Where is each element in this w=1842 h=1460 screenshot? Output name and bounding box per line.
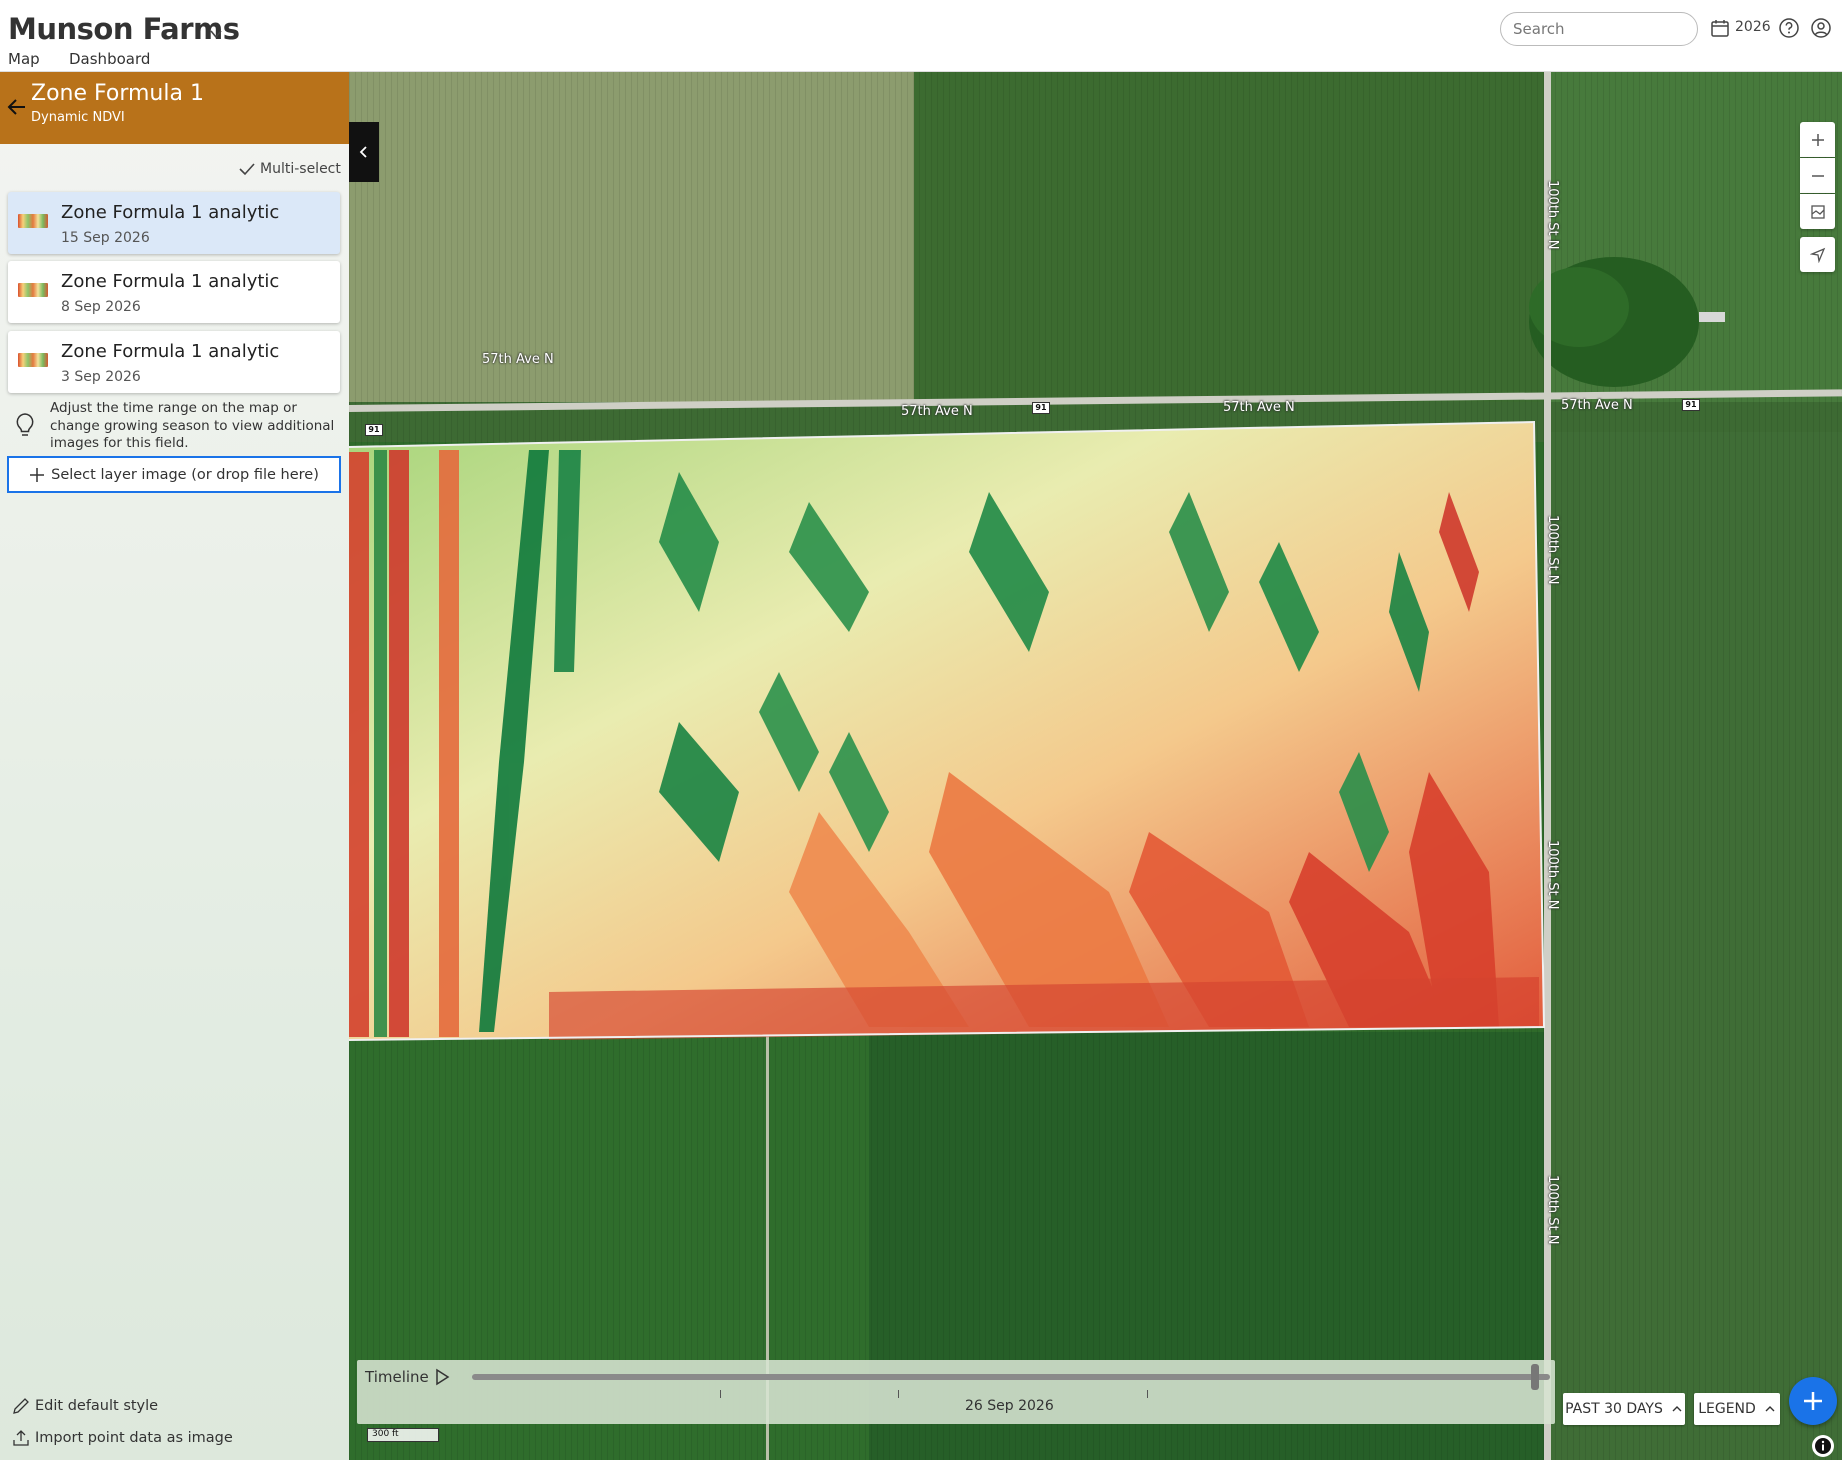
- import-point-data-link[interactable]: Import point data as image: [12, 1429, 233, 1447]
- road-label: 57th Ave N: [1223, 400, 1295, 415]
- layer-item-title: Zone Formula 1 analytic: [61, 202, 280, 223]
- map-scale-bar: 300 ft: [367, 1428, 439, 1442]
- info-button[interactable]: [1812, 1435, 1834, 1457]
- road-label: 57th Ave N: [901, 404, 973, 419]
- collapse-sidebar-button[interactable]: [349, 122, 379, 182]
- timeline-tick: [898, 1390, 899, 1398]
- pencil-icon: [13, 1398, 29, 1414]
- timeline-track[interactable]: [472, 1374, 1550, 1380]
- chevron-up-icon: [1765, 1406, 1775, 1412]
- sidebar-title: Zone Formula 1: [31, 81, 204, 106]
- multi-select-button[interactable]: Multi-select: [238, 157, 341, 181]
- timeline-handle[interactable]: [1531, 1364, 1540, 1390]
- plus-icon: [30, 467, 45, 482]
- select-layer-image-button[interactable]: Select layer image (or drop file here): [7, 456, 341, 493]
- layer-sidebar: Zone Formula 1 Dynamic NDVI Multi-select…: [0, 72, 349, 1460]
- layer-thumbnail: [18, 214, 48, 228]
- chevron-up-icon: [1672, 1406, 1682, 1412]
- road-label: 57th Ave N: [1561, 398, 1633, 413]
- road-label: 57th Ave N: [482, 352, 554, 367]
- tab-dashboard[interactable]: Dashboard: [69, 50, 150, 68]
- season-year[interactable]: 2026: [1735, 19, 1771, 35]
- brand-name[interactable]: Munson Farms: [8, 12, 240, 46]
- legend-label: LEGEND: [1698, 1401, 1756, 1417]
- chevron-down-icon[interactable]: [208, 26, 224, 42]
- add-fab-button[interactable]: [1789, 1377, 1837, 1425]
- layer-item-date: 15 Sep 2026: [61, 230, 150, 246]
- time-range-label: PAST 30 DAYS: [1565, 1401, 1663, 1417]
- edit-default-style-label: Edit default style: [35, 1398, 159, 1414]
- search-input[interactable]: [1500, 12, 1698, 46]
- upload-icon: [13, 1430, 29, 1446]
- calendar-icon[interactable]: [1709, 17, 1731, 39]
- legend-button[interactable]: LEGEND: [1694, 1393, 1780, 1425]
- account-icon[interactable]: [1810, 17, 1832, 39]
- play-icon[interactable]: [432, 1367, 452, 1387]
- timeline-tick: [1147, 1390, 1148, 1398]
- road-label: 100th St N: [1545, 840, 1560, 910]
- lightbulb-icon: [16, 413, 34, 436]
- back-arrow-icon[interactable]: [6, 96, 28, 118]
- zoom-out-button[interactable]: [1800, 158, 1835, 193]
- sidebar-header: Zone Formula 1 Dynamic NDVI: [0, 72, 349, 144]
- sidebar-subtitle: Dynamic NDVI: [31, 110, 125, 125]
- satellite-imagery: [349, 72, 1842, 1460]
- layer-item[interactable]: Zone Formula 1 analytic 8 Sep 2026: [8, 261, 340, 323]
- layer-item-date: 8 Sep 2026: [61, 299, 141, 315]
- layer-thumbnail: [18, 353, 48, 367]
- plus-icon: [1804, 1392, 1822, 1410]
- check-icon: [239, 163, 255, 176]
- road-label: 100th St N: [1545, 1175, 1560, 1245]
- locate-button[interactable]: [1800, 237, 1835, 272]
- multi-select-label: Multi-select: [260, 161, 341, 177]
- layer-item-title: Zone Formula 1 analytic: [61, 341, 280, 362]
- route-shield-icon: 91: [365, 424, 383, 436]
- map-layers-icon: [1810, 204, 1825, 219]
- select-layer-label: Select layer image (or drop file here): [51, 466, 319, 483]
- plus-icon: [1811, 133, 1824, 146]
- timeline-tick: [720, 1390, 721, 1398]
- zoom-in-button[interactable]: [1800, 122, 1835, 157]
- layer-item-title: Zone Formula 1 analytic: [61, 271, 280, 292]
- edit-default-style-link[interactable]: Edit default style: [12, 1397, 158, 1415]
- locate-arrow-icon: [1809, 247, 1825, 263]
- chevron-left-icon: [359, 146, 367, 158]
- tab-map[interactable]: Map: [8, 50, 40, 78]
- timeline-panel: Timeline 26 Sep 2026: [357, 1360, 1555, 1424]
- info-icon: [1815, 1438, 1831, 1454]
- map-layers-button[interactable]: [1800, 194, 1835, 229]
- minus-icon: [1811, 174, 1824, 177]
- road-label: 100th St N: [1545, 515, 1560, 585]
- layer-thumbnail: [18, 283, 48, 297]
- route-shield-icon: 91: [1682, 399, 1700, 411]
- timeline-date: 26 Sep 2026: [965, 1398, 1054, 1414]
- timeline-label: Timeline: [365, 1368, 429, 1386]
- road-label: 100th St N: [1545, 180, 1560, 250]
- app-header: Munson Farms Map Dashboard 2026: [0, 0, 1842, 78]
- layer-item[interactable]: Zone Formula 1 analytic 3 Sep 2026: [8, 331, 340, 393]
- import-point-data-label: Import point data as image: [35, 1430, 233, 1446]
- layer-item[interactable]: Zone Formula 1 analytic 15 Sep 2026: [8, 192, 340, 254]
- layer-item-date: 3 Sep 2026: [61, 369, 141, 385]
- route-shield-icon: 91: [1032, 402, 1050, 414]
- map-canvas[interactable]: 57th Ave N 57th Ave N 57th Ave N 57th Av…: [349, 72, 1842, 1460]
- tip-text: Adjust the time range on the map or chan…: [50, 400, 335, 451]
- time-range-button[interactable]: PAST 30 DAYS: [1563, 1393, 1685, 1425]
- help-icon[interactable]: [1778, 17, 1800, 39]
